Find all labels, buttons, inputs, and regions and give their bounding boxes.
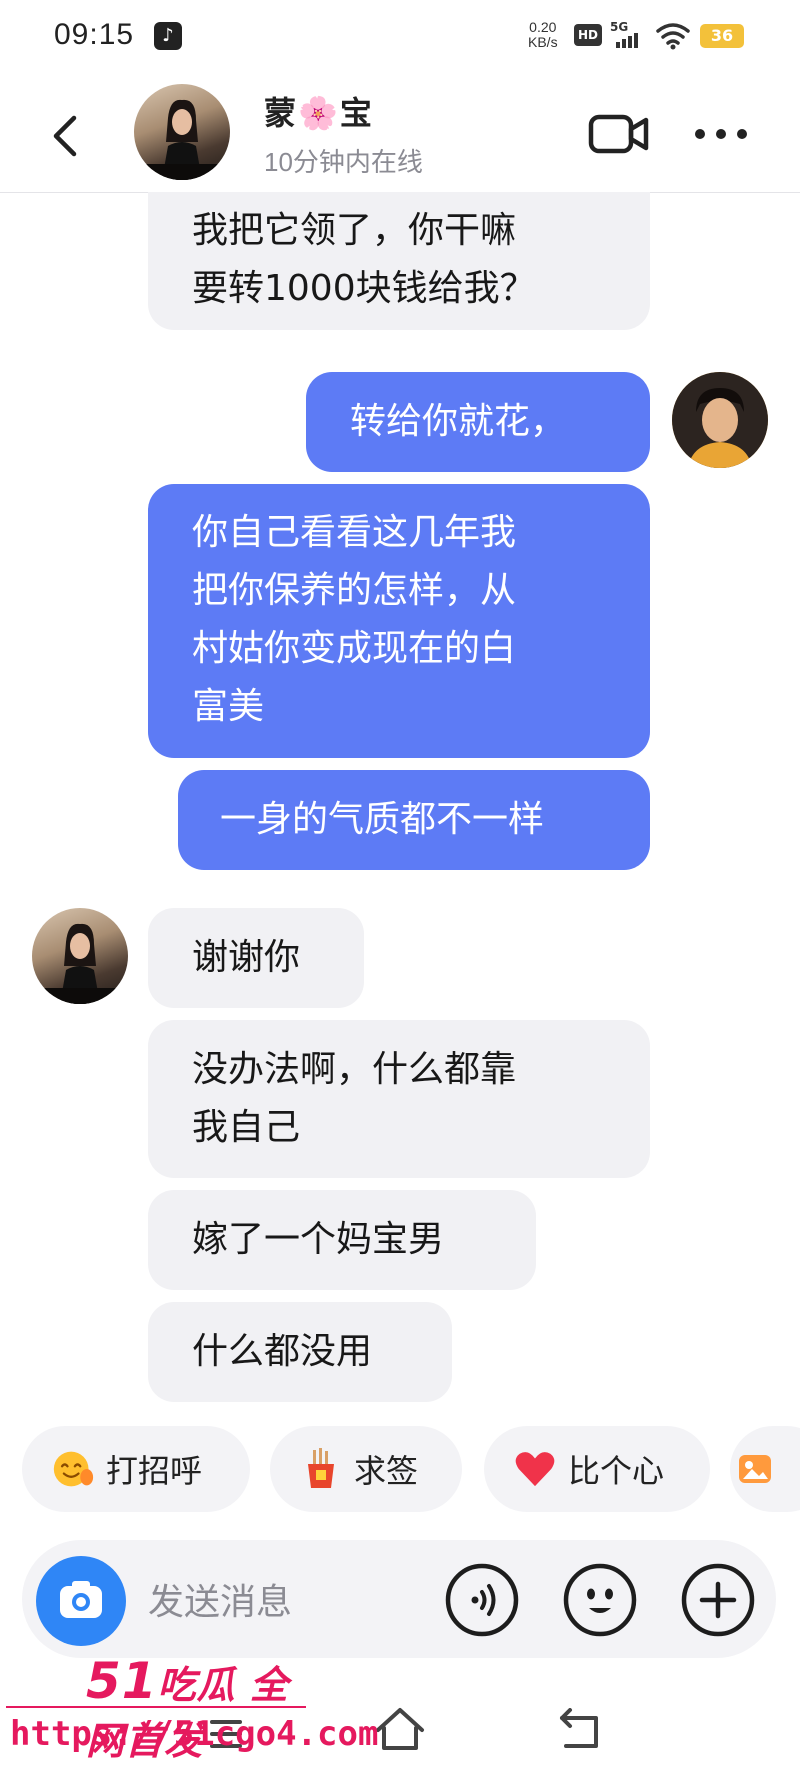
- quick-reply-fortune[interactable]: 求签: [270, 1426, 462, 1512]
- contact-message-avatar[interactable]: [32, 908, 128, 1004]
- photo-icon: [734, 1448, 776, 1490]
- message-bubble-received[interactable]: 谢谢你: [148, 908, 364, 1008]
- cellular-signal-icon: 5G: [610, 20, 646, 50]
- woman-portrait-icon: [134, 99, 230, 180]
- emoji-button[interactable]: [562, 1562, 638, 1638]
- status-time: 09:15: [54, 18, 135, 51]
- fortune-sticks-icon: [300, 1448, 342, 1490]
- wifi-icon: [656, 23, 690, 50]
- camera-icon: [60, 1581, 102, 1618]
- message-bubble-received[interactable]: 我把它领了，你干嘛 要转1000块钱给我？: [148, 192, 650, 330]
- quick-reply-bar: 打招呼 求签 比个心: [0, 1426, 800, 1514]
- battery-level: 36: [700, 24, 744, 48]
- quick-reply-greet[interactable]: 打招呼: [22, 1426, 250, 1512]
- message-bubble-received[interactable]: 嫁了一个妈宝男: [148, 1190, 536, 1290]
- chat-header: 蒙🌸宝 10分钟内在线: [0, 72, 800, 193]
- heart-icon: [514, 1448, 556, 1490]
- more-options-button[interactable]: [692, 122, 750, 146]
- contact-avatar[interactable]: [134, 84, 230, 180]
- quick-reply-label: 比个心: [568, 1452, 665, 1490]
- quick-reply-heart[interactable]: 比个心: [484, 1426, 710, 1512]
- watermark-url: https://51cgo4.com: [10, 1714, 379, 1754]
- man-portrait-icon: [672, 372, 768, 468]
- watermark-number: 51: [86, 1652, 158, 1710]
- quick-reply-label: 打招呼: [106, 1452, 203, 1490]
- home-icon[interactable]: [374, 1706, 426, 1754]
- message-bubble-sent[interactable]: 一身的气质都不一样: [178, 770, 650, 870]
- quick-reply-more[interactable]: [730, 1426, 800, 1512]
- network-speed-unit: KB/s: [528, 34, 558, 50]
- network-speed: 0.20 KB/s: [528, 20, 558, 50]
- voice-message-button[interactable]: [444, 1562, 520, 1638]
- message-bubble-received[interactable]: 没办法啊，什么都靠 我自己: [148, 1020, 650, 1178]
- back-button[interactable]: [40, 106, 90, 166]
- woman-portrait-icon: [32, 923, 128, 1004]
- back-gesture-icon[interactable]: [556, 1708, 604, 1752]
- message-bubble-received[interactable]: 什么都没用: [148, 1302, 452, 1402]
- tiktok-icon: ♪: [154, 22, 182, 50]
- message-input[interactable]: [146, 1574, 440, 1630]
- my-avatar[interactable]: [672, 372, 768, 468]
- contact-online-status: 10分钟内在线: [264, 147, 423, 177]
- network-speed-value: 0.20: [529, 19, 557, 35]
- message-bubble-sent[interactable]: 转给你就花，: [306, 372, 650, 472]
- video-call-button[interactable]: [588, 112, 650, 156]
- watermark-rule: [6, 1706, 306, 1708]
- network-type-label: 5G: [610, 20, 629, 34]
- quick-reply-label: 求签: [354, 1452, 419, 1490]
- add-attachment-button[interactable]: [680, 1562, 756, 1638]
- camera-button[interactable]: [36, 1556, 126, 1646]
- hd-badge: HD: [574, 24, 602, 46]
- status-bar: 09:15 ♪ 0.20 KB/s HD 5G 36: [0, 0, 800, 72]
- message-bubble-sent[interactable]: 你自己看看这几年我 把你保养的怎样，从 村姑你变成现在的白 富美: [148, 484, 650, 758]
- site-watermark: 51吃瓜 全网首发 https://51cgo4.com: [6, 1650, 378, 1778]
- smile-wave-icon: [52, 1448, 94, 1490]
- contact-name: 蒙🌸宝: [264, 94, 374, 132]
